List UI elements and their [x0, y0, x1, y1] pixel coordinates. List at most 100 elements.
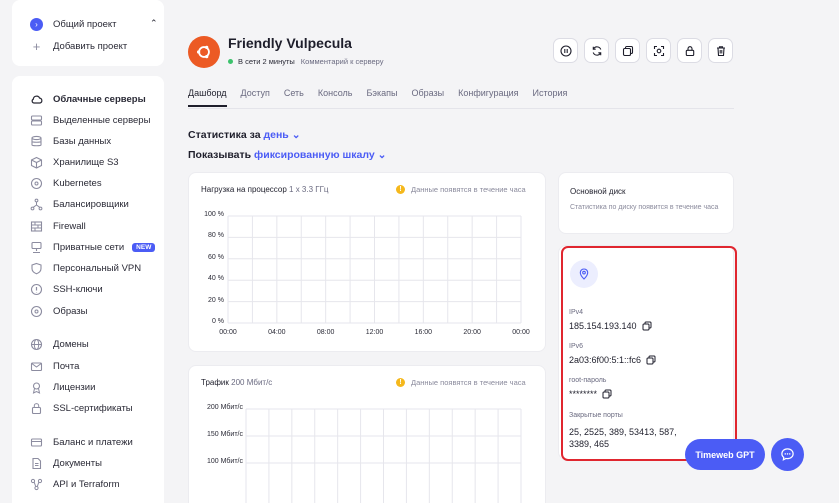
sidebar-item-card[interactable]: Баланс и платежи — [30, 436, 133, 449]
sidebar-item-label: Лицензии — [53, 382, 96, 393]
cpu-y-tick: 0 % — [211, 318, 224, 325]
period-dropdown[interactable]: день ⌄ — [263, 129, 300, 141]
copy-icon[interactable] — [642, 321, 652, 331]
chevron-down-icon: ⌄ — [377, 149, 387, 161]
sidebar-item-firewall[interactable]: Firewall — [30, 220, 86, 233]
lock-button[interactable] — [677, 38, 702, 63]
cpu-y-tick: 60 % — [208, 253, 224, 261]
clone-icon — [622, 45, 633, 56]
sidebar-item-label: SSH-ключи — [53, 284, 103, 295]
sidebar-item-label: Документы — [53, 458, 102, 469]
cpu-x-tick: 12:00 — [365, 329, 384, 336]
add-project-label: Добавить проект — [53, 41, 128, 52]
sidebar-item-image[interactable]: Образы — [30, 305, 87, 318]
password-row: ******** — [569, 389, 612, 399]
server-icon — [30, 114, 43, 127]
sidebar-item-document[interactable]: Документы — [30, 457, 102, 470]
cpu-x-tick: 04:00 — [268, 329, 286, 336]
period-value: день — [263, 129, 289, 141]
sidebar-item-storage[interactable]: Хранилище S3 — [30, 156, 119, 169]
traffic-y-tick: 150 Мбит/с — [206, 431, 243, 438]
sidebar-item-server[interactable]: Выделенные серверы — [30, 114, 150, 127]
new-badge: NEW — [132, 243, 156, 252]
sidebar-item-key[interactable]: SSH-ключи — [30, 283, 103, 296]
sidebar-item-api[interactable]: API и Terraform — [30, 478, 120, 491]
tab-1[interactable]: Дашборд — [188, 88, 227, 107]
scale-dropdown[interactable]: фиксированную шкалу ⌄ — [254, 149, 386, 161]
sidebar-item-lock[interactable]: SSL-сертификаты — [30, 402, 133, 415]
sidebar-item-label: Базы данных — [53, 136, 112, 147]
sidebar-item-network[interactable]: Приватные сети NEW — [30, 241, 156, 254]
project-label: Общий проект — [53, 19, 117, 30]
api-icon — [30, 478, 43, 491]
tab-5[interactable]: Бэкапы — [366, 88, 397, 107]
sidebar-item-shield[interactable]: Персональный VPN — [30, 262, 141, 275]
sidebar-item-mail[interactable]: Почта — [30, 360, 79, 373]
traffic-y-tick: 100 Мбит/с — [206, 458, 243, 465]
sidebar-item-label: Персональный VPN — [53, 263, 142, 274]
stats-period-prefix: Статистика за — [188, 129, 261, 141]
sidebar-item-label: Приватные сети — [53, 242, 125, 253]
cpu-y-tick: 40 % — [208, 275, 224, 283]
balancer-icon — [30, 198, 43, 211]
server-status: В сети 2 минуты Комментарий к серверу — [228, 57, 383, 66]
sidebar-item-label: Облачные серверы — [53, 94, 146, 105]
key-icon — [30, 283, 43, 296]
snapshot-button[interactable] — [646, 38, 671, 63]
plus-icon: + — [32, 39, 41, 54]
cpu-x-tick: 08:00 — [316, 329, 335, 336]
delete-icon — [716, 45, 725, 56]
tab-4[interactable]: Консоль — [318, 88, 353, 107]
project-selector[interactable]: › Общий проект — [30, 18, 117, 31]
timeweb-gpt-button[interactable]: Timeweb GPT — [685, 439, 765, 470]
disk-notice: Статистика по диску появится в течение ч… — [570, 204, 719, 211]
tab-8[interactable]: История — [533, 88, 568, 107]
add-project-button[interactable]: + Добавить проект — [30, 39, 128, 54]
sidebar-item-label: Образы — [53, 306, 88, 317]
chevron-down-icon: ⌄ — [291, 129, 301, 141]
tabs-divider — [188, 108, 734, 109]
online-status-dot — [228, 59, 233, 64]
chat-icon — [781, 448, 794, 461]
sidebar-item-label: Хранилище S3 — [53, 157, 119, 168]
copy-icon[interactable] — [602, 389, 612, 399]
disk-title: Основной диск — [570, 187, 626, 196]
sidebar-item-cloud[interactable]: Облачные серверы — [30, 93, 146, 106]
ports-label: Закрытые порты — [569, 412, 623, 419]
tab-2[interactable]: Доступ — [241, 88, 270, 107]
sidebar-item-license[interactable]: Лицензии — [30, 381, 95, 394]
tab-7[interactable]: Конфигурация — [458, 88, 518, 107]
cpu-x-tick: 20:00 — [463, 329, 481, 336]
password-value: ******** — [569, 389, 598, 399]
sidebar-item-label: Firewall — [53, 221, 86, 232]
sidebar-item-database[interactable]: Базы данных — [30, 135, 111, 148]
cpu-y-tick: 100 % — [204, 211, 224, 218]
sidebar-item-balancer[interactable]: Балансировщики — [30, 198, 129, 211]
delete-button[interactable] — [708, 38, 733, 63]
pause-icon — [559, 44, 572, 57]
globe-icon — [30, 338, 43, 351]
sidebar-item-globe[interactable]: Домены — [30, 338, 89, 351]
reload-button[interactable] — [584, 38, 609, 63]
password-label: root-пароль — [569, 377, 607, 384]
sidebar-item-label: Почта — [53, 361, 80, 372]
ipv6-row: 2a03:6f00:5:1::fc6 — [569, 355, 656, 365]
stats-scale: Показывать фиксированную шкалу ⌄ — [188, 149, 386, 161]
stats-period: Статистика за день ⌄ — [188, 129, 301, 141]
cloud-icon — [30, 93, 43, 106]
server-comment-link[interactable]: Комментарий к серверу — [301, 57, 384, 66]
ports-value: 25, 2525, 389, 53413, 587, 3389, 465 — [569, 427, 677, 449]
pause-button[interactable] — [553, 38, 578, 63]
tab-6[interactable]: Образы — [411, 88, 444, 107]
scale-value: фиксированную шкалу — [254, 149, 375, 161]
chat-button[interactable] — [771, 438, 804, 471]
tab-3[interactable]: Сеть — [284, 88, 304, 107]
sidebar-item-kubernetes[interactable]: Kubernetes — [30, 177, 102, 190]
sidebar-item-label: Балансировщики — [53, 199, 129, 210]
ipv6-label: IPv6 — [569, 343, 584, 350]
copy-icon[interactable] — [646, 355, 656, 365]
clone-button[interactable] — [615, 38, 640, 63]
chevron-up-icon[interactable]: ⌃ — [150, 18, 158, 29]
document-icon — [30, 457, 43, 470]
kubernetes-icon — [30, 177, 43, 190]
